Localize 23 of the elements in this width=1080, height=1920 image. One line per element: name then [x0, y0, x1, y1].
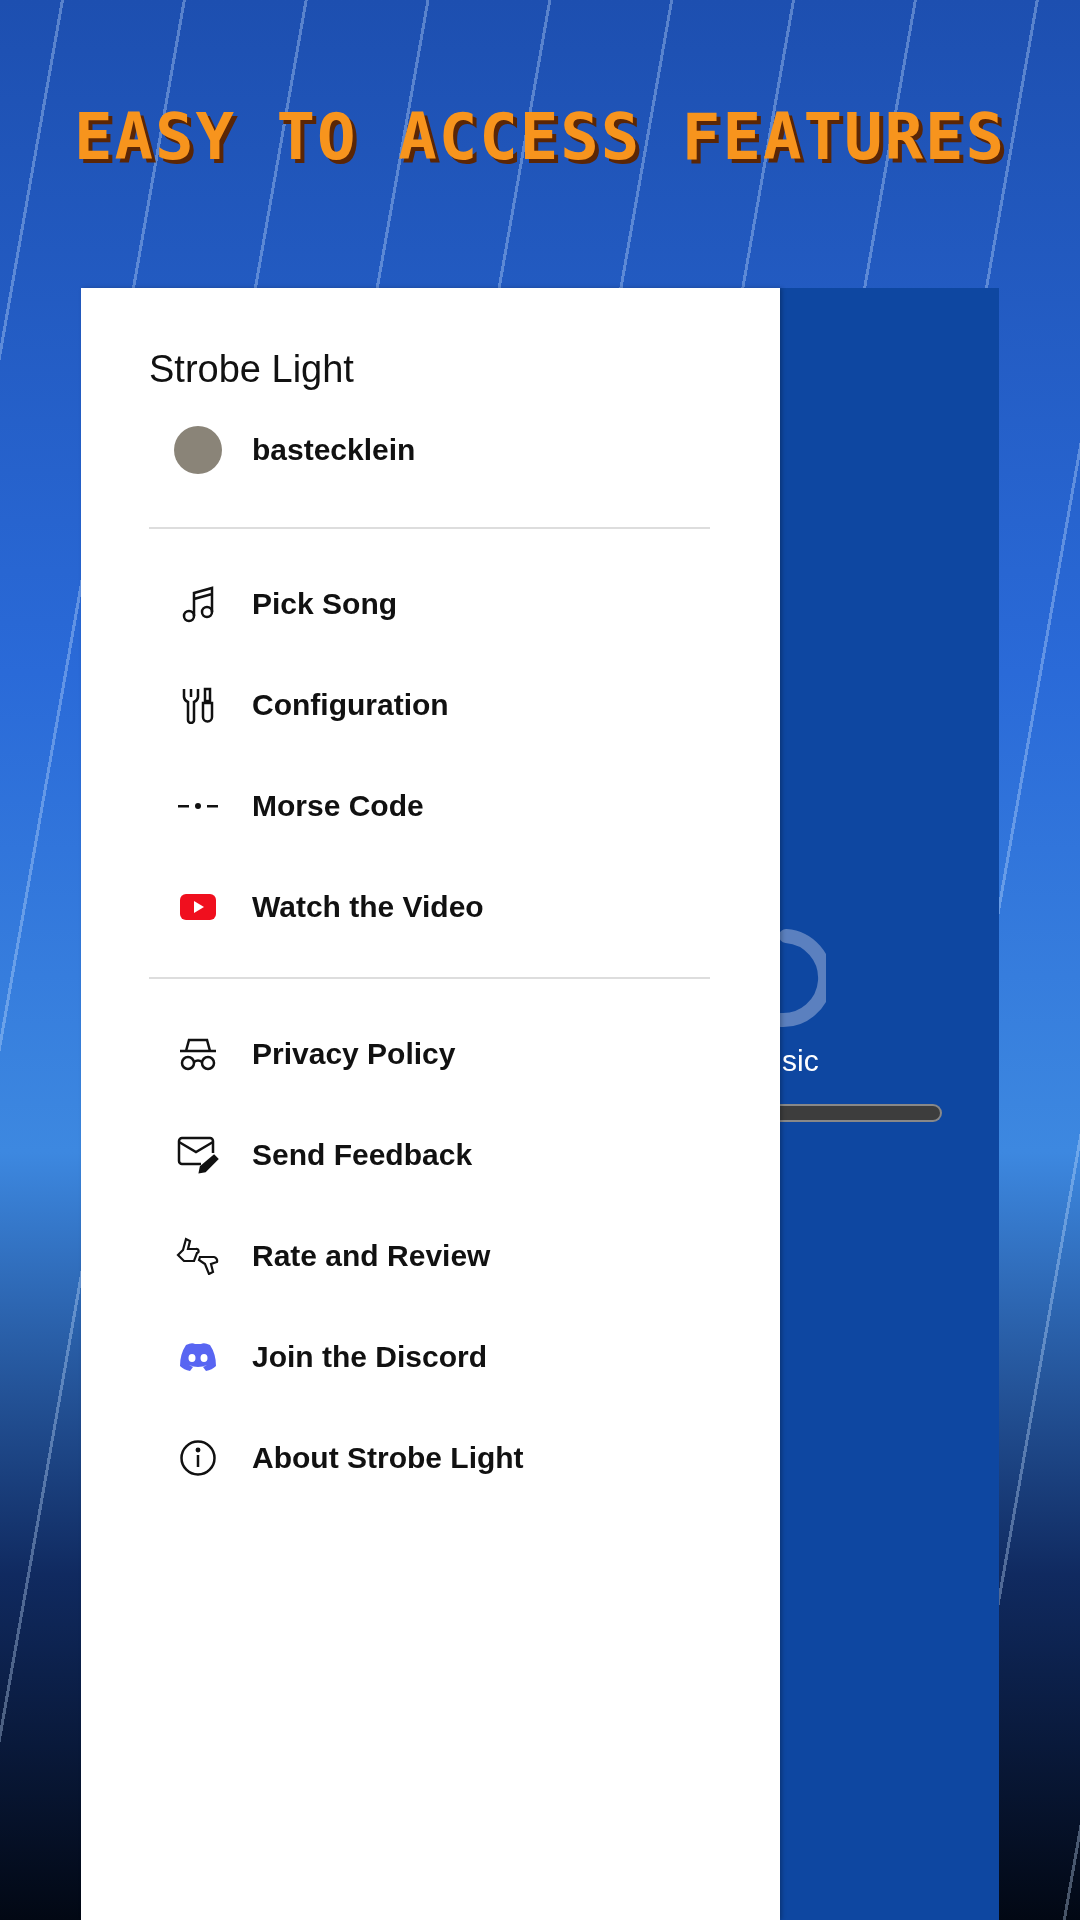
avatar	[174, 426, 222, 474]
menu-item[interactable]: Watch the Video	[149, 856, 710, 957]
play-icon	[180, 893, 216, 920]
info-icon	[179, 1438, 217, 1477]
menu-item[interactable]: Send Feedback	[149, 1104, 710, 1205]
thumbs-up-down-icon	[175, 1236, 221, 1275]
status-text: sic	[782, 1044, 820, 1078]
menu-item[interactable]: Morse Code	[149, 755, 710, 856]
wrench-screwdriver-icon	[181, 685, 215, 724]
mail-pencil-icon	[177, 1135, 219, 1174]
menu-item[interactable]: Rate and Review	[149, 1205, 710, 1306]
game-controller-icon	[178, 1341, 218, 1372]
morse-code-icon	[178, 801, 218, 810]
menu-item[interactable]: Join the Discord	[149, 1306, 710, 1407]
menu-item[interactable]: About Strobe Light	[149, 1407, 710, 1508]
music-note-icon	[181, 584, 215, 623]
headline: EASY TO ACCESS FEATURES	[72, 99, 1008, 176]
menu-item[interactable]: Pick Song	[149, 553, 710, 654]
menu-item[interactable]: Configuration	[149, 654, 710, 755]
username: bastecklein	[252, 433, 416, 467]
app-title: Strobe Light	[149, 348, 355, 391]
hat-glasses-icon	[178, 1036, 218, 1071]
menu-item[interactable]: Privacy Policy	[149, 1003, 710, 1104]
